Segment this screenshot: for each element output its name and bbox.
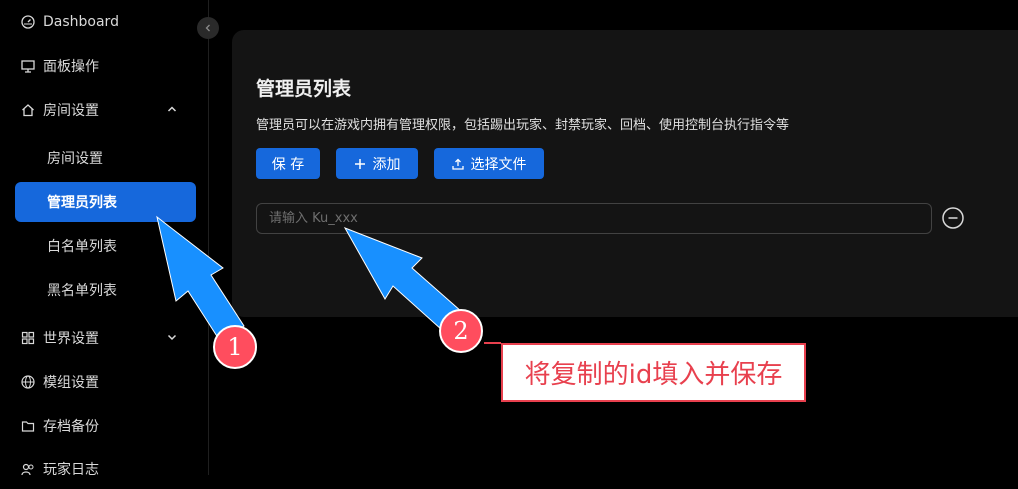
sidebar: Dashboard 面板操作 房间设置 房间设置 管理员列表 白名单列表 黑名单… [0,0,209,478]
sidebar-collapse-button[interactable] [197,17,219,39]
chevron-up-icon [166,103,178,115]
add-button-label: 添加 [372,156,401,173]
sidebar-item-player-log[interactable]: 玩家日志 [15,449,196,489]
upload-icon [451,158,464,170]
sidebar-item-label: 管理员列表 [47,195,117,211]
folder-icon [21,419,35,433]
admin-list-card: 管理员列表 管理员可以在游戏内拥有管理权限，包括踢出玩家、封禁玩家、回档、使用控… [232,30,1018,317]
sidebar-subitem-admin-list[interactable]: 管理员列表 [15,182,196,222]
sidebar-item-world-settings[interactable]: 世界设置 [15,318,196,358]
grid-icon [21,331,35,345]
dashboard-icon [21,15,35,29]
choose-file-button-label: 选择文件 [470,156,527,173]
sidebar-subitem-whitelist[interactable]: 白名单列表 [15,226,196,266]
sidebar-item-label: 世界设置 [43,331,99,347]
page-description: 管理员可以在游戏内拥有管理权限，包括踢出玩家、封禁玩家、回档、使用控制台执行指令… [256,118,790,133]
sidebar-item-label: 模组设置 [43,375,99,391]
sidebar-subitem-room-settings[interactable]: 房间设置 [15,138,196,178]
home-icon [21,103,35,117]
plus-icon [354,158,365,169]
annotation-badge-2: 2 [439,309,483,353]
add-button[interactable]: 添加 [336,148,418,179]
sidebar-item-label: 面板操作 [43,59,99,75]
sidebar-item-panel[interactable]: 面板操作 [15,46,196,86]
annotation-badge-1: 1 [213,325,257,369]
remove-circle-icon[interactable] [942,207,964,229]
monitor-icon [21,59,35,73]
sidebar-item-backup[interactable]: 存档备份 [15,406,196,446]
annotation-note: 将复制的id填入并保存 [501,343,806,402]
save-button[interactable]: 保 存 [256,148,320,179]
sidebar-item-label: 房间设置 [43,103,99,119]
page-title: 管理员列表 [256,78,352,100]
sidebar-item-mod-settings[interactable]: 模组设置 [15,362,196,402]
sidebar-item-room-settings[interactable]: 房间设置 [15,90,196,130]
sidebar-subitem-blacklist[interactable]: 黑名单列表 [15,270,196,310]
sidebar-item-label: Dashboard [43,14,119,30]
sidebar-item-label: 黑名单列表 [47,283,117,299]
sidebar-item-label: 房间设置 [47,151,103,167]
globe-icon [21,375,35,389]
chevron-left-icon [205,24,210,32]
sidebar-item-label: 存档备份 [43,419,99,435]
save-button-label: 保 存 [271,156,305,173]
users-icon [21,462,35,476]
choose-file-button[interactable]: 选择文件 [434,148,544,179]
sidebar-item-dashboard[interactable]: Dashboard [15,2,196,42]
chevron-down-icon [166,331,178,343]
sidebar-item-label: 玩家日志 [43,462,99,478]
sidebar-item-label: 白名单列表 [47,239,117,255]
admin-id-input[interactable] [256,203,932,234]
